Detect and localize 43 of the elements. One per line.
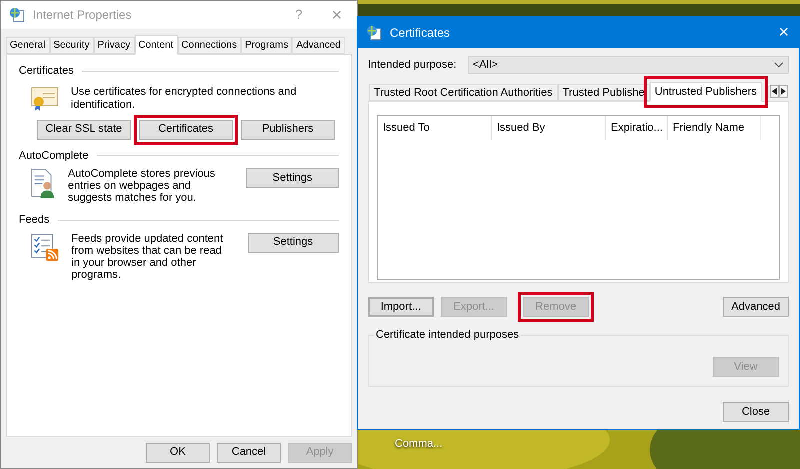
tab[interactable]: General bbox=[6, 37, 50, 54]
section-description: AutoComplete stores previous entries on webpages and suggests matches for you. bbox=[68, 168, 216, 204]
globe-document-icon bbox=[366, 24, 382, 40]
push-button[interactable]: OK bbox=[146, 442, 210, 462]
column-header[interactable]: Issued To bbox=[378, 116, 492, 140]
push-button[interactable]: Certificates bbox=[139, 120, 233, 140]
globe-document-icon bbox=[9, 7, 25, 23]
group-heading: Feeds bbox=[19, 213, 50, 228]
chevron-down-icon bbox=[774, 62, 784, 68]
field-label: Intended purpose: bbox=[368, 58, 458, 73]
tab[interactable]: Trusted Publishe bbox=[558, 84, 650, 101]
tab[interactable]: Programs bbox=[241, 37, 292, 54]
scroll-right-button[interactable] bbox=[779, 85, 788, 98]
window-title: Certificates bbox=[390, 24, 450, 42]
column-header[interactable]: Friendly Name bbox=[668, 116, 761, 140]
push-button[interactable]: Settings bbox=[248, 232, 339, 252]
feed-list-icon bbox=[31, 232, 60, 262]
tab[interactable]: Trusted Root Certification Authorities bbox=[369, 84, 558, 101]
section-description: Feeds provide updated content from websites that can be read in your browser and other programs. bbox=[72, 232, 224, 280]
certificate-icon bbox=[31, 86, 59, 112]
scroll-left-button[interactable] bbox=[770, 85, 779, 98]
push-button[interactable]: Publishers bbox=[241, 120, 335, 140]
purpose-dropdown[interactable]: <All> bbox=[468, 56, 789, 74]
window-title: Internet Properties bbox=[33, 7, 132, 24]
column-header[interactable]: Issued By bbox=[492, 116, 606, 140]
group-heading: AutoComplete bbox=[19, 148, 89, 164]
close-button[interactable]: × bbox=[769, 19, 799, 46]
push-button[interactable]: Import... bbox=[368, 297, 434, 317]
group-label: Certificate intended purposes bbox=[374, 329, 522, 342]
section-description: Use certificates for encrypted connections and identification. bbox=[71, 86, 298, 112]
push-button[interactable]: Cancel bbox=[217, 442, 281, 462]
tab[interactable]: Connections bbox=[178, 37, 242, 54]
push-button[interactable]: Clear SSL state bbox=[37, 120, 131, 140]
tab[interactable]: Privacy bbox=[94, 37, 134, 54]
push-button[interactable]: Close bbox=[723, 402, 789, 422]
push-button[interactable]: Advanced bbox=[723, 297, 789, 317]
column-header[interactable]: Expiratio... bbox=[606, 116, 668, 140]
document-person-icon bbox=[31, 168, 56, 200]
group-heading: Certificates bbox=[19, 64, 74, 79]
tab[interactable]: Security bbox=[50, 37, 94, 54]
tab[interactable]: Advanced bbox=[292, 37, 345, 54]
push-button[interactable]: Settings bbox=[246, 168, 339, 188]
tab[interactable]: Content bbox=[134, 35, 178, 55]
